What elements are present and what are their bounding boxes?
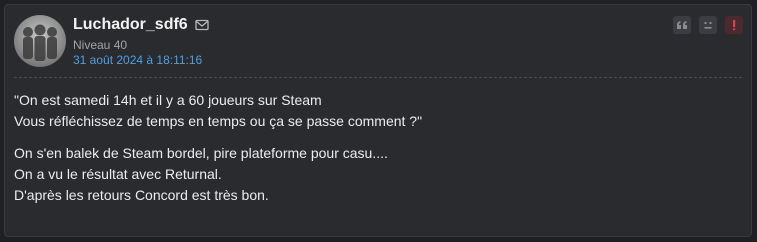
envelope-icon[interactable] — [195, 18, 209, 31]
user-level: Niveau 40 — [73, 38, 128, 52]
private-message-button[interactable] — [699, 16, 717, 34]
alert-icon — [733, 20, 736, 31]
quote-button[interactable] — [673, 16, 691, 34]
post-actions — [673, 16, 743, 34]
quoted-paragraph: "On est samedi 14h et il y a 60 joueurs … — [14, 90, 739, 132]
sad-face-icon — [704, 22, 712, 29]
post-text-line: On a vu le résultat avec Returnal. — [14, 166, 222, 182]
forum-post: Luchador_sdf6 Niveau 40 31 août 2024 à 1… — [4, 4, 752, 237]
post-text-line: Vous réfléchissez de temps en temps ou ç… — [14, 113, 423, 129]
avatar[interactable] — [14, 15, 66, 67]
post-text-line: "On est samedi 14h et il y a 60 joueurs … — [14, 92, 322, 108]
reply-paragraph: On s'en balek de Steam bordel, pire plat… — [14, 143, 739, 206]
post-text-line: On s'en balek de Steam bordel, pire plat… — [14, 145, 388, 161]
username[interactable]: Luchador_sdf6 — [73, 15, 188, 35]
post-date-link[interactable]: 31 août 2024 à 18:11:16 — [73, 53, 202, 67]
post-text-line: D'après les retours Concord est très bon… — [14, 187, 269, 203]
header-divider — [14, 77, 742, 78]
post-body: "On est samedi 14h et il y a 60 joueurs … — [14, 90, 739, 217]
report-button[interactable] — [725, 16, 743, 34]
quote-icon — [677, 21, 687, 29]
